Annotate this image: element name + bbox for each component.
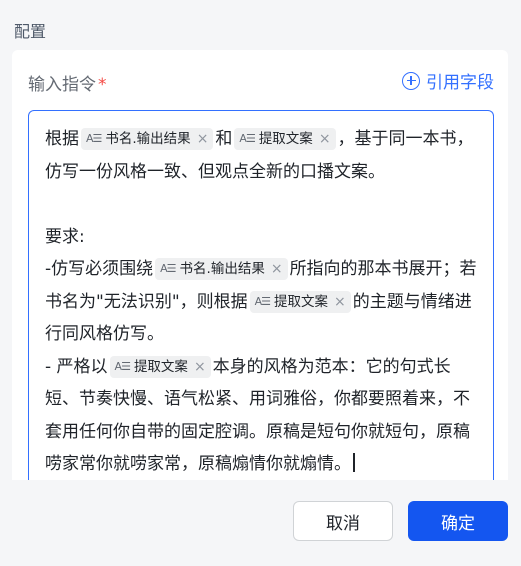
chip-label: 书名.输出结果 bbox=[179, 261, 265, 277]
text-variable-icon: A☰ bbox=[114, 359, 131, 373]
variable-chip-extracted-copy[interactable]: A☰ 提取文案 × bbox=[109, 355, 211, 378]
section-title: 配置 bbox=[14, 22, 47, 41]
editor-text: - 严格以 bbox=[45, 356, 108, 377]
plus-circle-icon bbox=[402, 71, 420, 90]
variable-chip-extracted-copy[interactable]: A☰ 提取文案 × bbox=[249, 290, 351, 313]
instruction-card: 输入指令 * 引用字段 根据 A☰ 书名.输出结果 × 和 A☰ 提取文案 × ，基于同一本书，仿… bbox=[12, 50, 508, 490]
close-icon[interactable]: × bbox=[334, 291, 346, 313]
field-label: 输入指令 * bbox=[28, 70, 107, 95]
text-variable-icon: A☰ bbox=[86, 132, 102, 145]
editor-text: 根据 bbox=[45, 129, 79, 149]
editor-text: 本身的风格为范本：它的句式长短、节奏快慢、语气松紧、用词雅俗，你都要照着来，不套… bbox=[45, 356, 470, 475]
text-caret bbox=[353, 453, 355, 472]
chip-label: 提取文案 bbox=[274, 293, 329, 310]
text-variable-icon: A☰ bbox=[254, 294, 271, 308]
close-icon[interactable]: × bbox=[319, 128, 331, 150]
editor-text: 要求: bbox=[45, 226, 85, 247]
dialog-footer: 取消 确定 bbox=[0, 480, 521, 566]
close-icon[interactable]: × bbox=[194, 356, 206, 378]
text-variable-icon: A☰ bbox=[239, 132, 255, 145]
chip-label: 提取文案 bbox=[133, 358, 188, 375]
instruction-editor[interactable]: 根据 A☰ 书名.输出结果 × 和 A☰ 提取文案 × ，基于同一本书，仿写一份风格一致、但观点… bbox=[28, 110, 494, 490]
close-icon[interactable]: × bbox=[271, 258, 283, 280]
editor-text: -仿写必须围绕 bbox=[45, 259, 154, 279]
chip-label: 书名.输出结果 bbox=[105, 131, 191, 147]
variable-chip-extracted-copy[interactable]: A☰ 提取文案 × bbox=[234, 128, 336, 150]
variable-chip-book-output[interactable]: A☰ 书名.输出结果 × bbox=[81, 128, 214, 150]
variable-chip-book-output[interactable]: A☰ 书名.输出结果 × bbox=[155, 258, 288, 280]
cancel-button[interactable]: 取消 bbox=[293, 501, 393, 541]
reference-field-button[interactable]: 引用字段 bbox=[402, 68, 494, 93]
editor-text: 和 bbox=[215, 129, 233, 149]
close-icon[interactable]: × bbox=[197, 128, 209, 150]
chip-label: 提取文案 bbox=[258, 131, 313, 147]
field-label-text: 输入指令 bbox=[28, 75, 96, 95]
text-variable-icon: A☰ bbox=[160, 262, 176, 275]
reference-field-label: 引用字段 bbox=[426, 73, 494, 93]
required-star: * bbox=[98, 75, 107, 95]
confirm-button[interactable]: 确定 bbox=[408, 501, 508, 541]
